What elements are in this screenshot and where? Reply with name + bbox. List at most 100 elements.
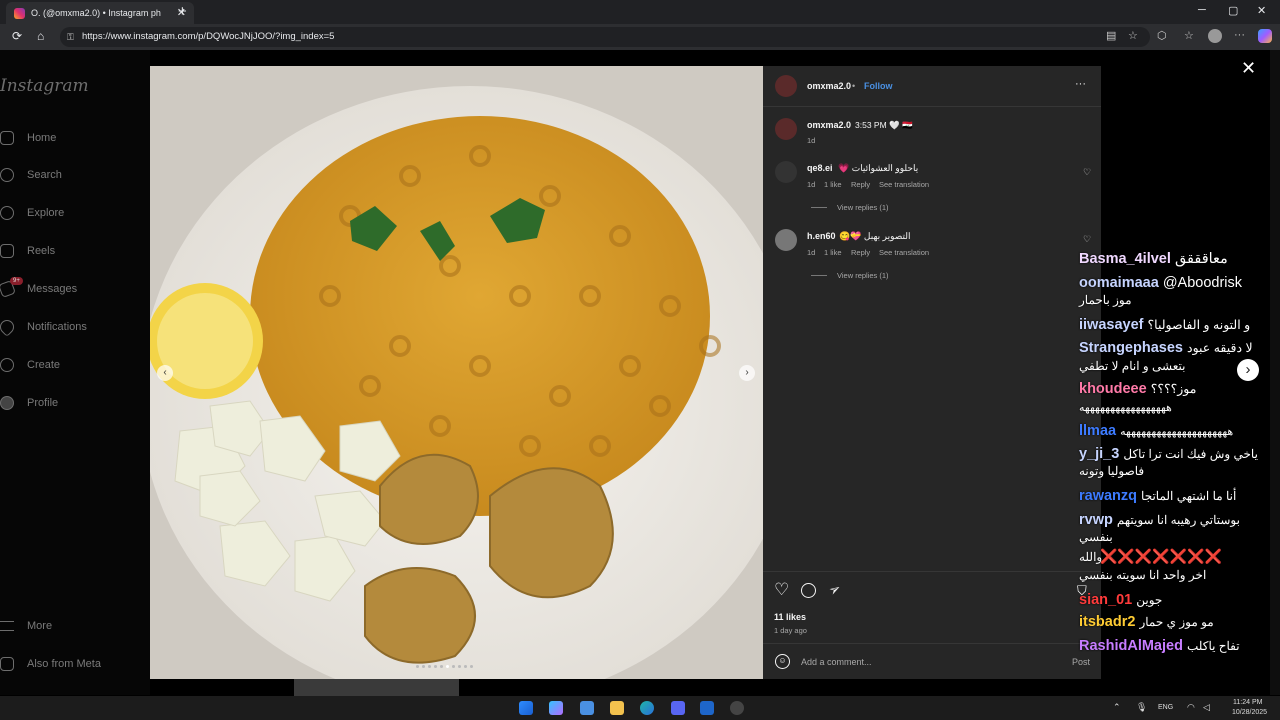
more-options-icon[interactable]: ··· (1075, 78, 1086, 90)
start-windows-icon[interactable] (519, 701, 533, 715)
reply-button[interactable]: Reply (851, 180, 870, 189)
sidebar-item-create[interactable]: Create (0, 354, 60, 376)
author-username[interactable]: omxma2.0 (807, 81, 851, 91)
post-photo[interactable] (150, 66, 763, 679)
chat-line: y_ji_3 ياخي وش فيك انت ترا تاكل (1079, 446, 1258, 462)
caption-username[interactable]: omxma2.0 (807, 120, 851, 130)
url-input[interactable]: ⚿ https://www.instagram.com/p/DQWocJNjJO… (60, 27, 1150, 47)
sidebar-item-label: Explore (27, 207, 65, 219)
home-icon[interactable]: ⌂ (37, 29, 44, 43)
maximize-button[interactable]: ▢ (1228, 4, 1238, 17)
copilot-app-icon[interactable] (549, 701, 563, 715)
add-comment-input[interactable]: Add a comment... (801, 657, 872, 667)
pasta-plate-image (150, 66, 763, 679)
volume-icon[interactable]: ◁ (1203, 702, 1210, 713)
tray-chevron-icon[interactable]: ⌃ (1113, 702, 1121, 713)
chat-line: والله (1079, 550, 1102, 564)
sidebar-item-reels[interactable]: Reels (0, 240, 55, 262)
compass-icon (0, 206, 14, 220)
view-replies-button[interactable]: View replies (1) (837, 203, 889, 212)
comment-username[interactable]: h.en60 (807, 231, 836, 241)
profile-avatar[interactable] (1208, 29, 1222, 43)
separator-dot: • (852, 81, 856, 91)
sidebar-item-label: Reels (27, 245, 56, 257)
settings-more-icon[interactable]: ··· (1234, 29, 1245, 41)
follow-button[interactable]: Follow (864, 81, 893, 91)
comment-age: 1d (807, 248, 816, 257)
reload-icon[interactable]: ⟳ (12, 29, 22, 43)
sidebar-item-search[interactable]: Search (0, 164, 62, 186)
comment-avatar[interactable] (775, 229, 797, 251)
chat-username: Strangephases (1079, 340, 1183, 356)
discord-icon[interactable] (671, 701, 685, 715)
browser-tab[interactable]: O. (@omxma2.0) • Instagram ph ✕ (6, 2, 194, 24)
reader-icon[interactable]: ▤ (1106, 29, 1116, 42)
view-replies-button[interactable]: View replies (1) (837, 271, 889, 280)
caption-avatar[interactable] (775, 118, 797, 140)
window-close-button[interactable]: ✕ (1257, 4, 1266, 17)
author-avatar[interactable] (775, 75, 797, 97)
favorites-icon[interactable]: ☆ (1184, 29, 1194, 42)
comment-icon[interactable] (801, 583, 816, 598)
see-translation-button[interactable]: See translation (879, 180, 929, 189)
chat-message: @Aboodrisk (1162, 275, 1243, 291)
chat-message: تفاح ياكلب (1186, 639, 1240, 653)
see-translation-button[interactable]: See translation (879, 248, 929, 257)
chat-line: موز باحمار (1079, 293, 1132, 307)
viewer-close-button[interactable]: ✕ (1241, 58, 1256, 79)
carousel-dot (464, 665, 467, 668)
clock-time[interactable]: 11:24 PM (1233, 699, 1262, 706)
carousel-next-button[interactable]: › (739, 365, 755, 381)
store-icon[interactable] (580, 701, 594, 715)
obs-icon[interactable] (730, 701, 744, 715)
divider (763, 106, 1101, 107)
chat-username: sian_01 (1079, 592, 1133, 608)
comment-likes[interactable]: 1 like (824, 180, 842, 189)
file-explorer-icon[interactable] (610, 701, 624, 715)
reels-icon (0, 244, 14, 258)
sidebar-item-also-from-meta[interactable]: Also from Meta (0, 653, 101, 675)
next-post-button[interactable]: › (1237, 359, 1259, 381)
share-icon[interactable]: ➢ (826, 579, 845, 600)
instagram-logo[interactable]: Instagram (0, 76, 89, 96)
comment-username[interactable]: qe8.ei (807, 163, 833, 173)
chat-line: RashidAlMajed تفاح ياكلب (1079, 638, 1240, 654)
new-tab-button[interactable]: + (178, 3, 187, 20)
sidebar-item-notifications[interactable]: Notifications (0, 316, 87, 338)
chat-message: لا دقيقه عبود (1187, 341, 1253, 355)
page-scrollbar[interactable] (1270, 50, 1280, 695)
sidebar-item-explore[interactable]: Explore (0, 202, 64, 224)
caption-text: 3:53 PM 🤍 🇮🇶 (855, 120, 913, 130)
minimize-button[interactable]: ─ (1198, 4, 1206, 16)
like-heart-icon[interactable]: ♡ (774, 580, 789, 600)
post-button[interactable]: Post (1072, 657, 1090, 667)
sidebar-item-more[interactable]: More (0, 615, 52, 637)
comment-like-heart-icon[interactable]: ♡ (1083, 234, 1091, 245)
extensions-icon[interactable]: ⬡ (1157, 29, 1167, 42)
app-icon[interactable] (700, 701, 714, 715)
favorite-star-icon[interactable]: ☆ (1128, 29, 1138, 42)
language-indicator[interactable]: ENG (1158, 704, 1173, 711)
likes-count[interactable]: 11 likes (774, 612, 806, 622)
chat-line: oomaimaaa @Aboodrisk (1079, 275, 1242, 291)
chat-line: khoudeee موز؟؟؟؟ (1079, 381, 1196, 397)
carousel-dot (458, 665, 461, 668)
sidebar-item-profile[interactable]: Profile (0, 392, 58, 414)
edge-browser-icon[interactable] (640, 701, 654, 715)
emoji-icon[interactable]: ☺ (775, 654, 790, 669)
clock-date[interactable]: 10/28/2025 (1232, 709, 1267, 716)
comment-avatar[interactable] (775, 161, 797, 183)
reply-button[interactable]: Reply (851, 248, 870, 257)
chat-username: RashidAlMajed (1079, 638, 1183, 654)
comment-like-heart-icon[interactable]: ♡ (1083, 167, 1091, 178)
wifi-icon[interactable]: ◠ (1187, 702, 1195, 713)
carousel-dot (440, 665, 443, 668)
microphone-icon[interactable]: 🎙 (1136, 702, 1147, 713)
carousel-prev-button[interactable]: ‹ (157, 365, 173, 381)
comment-likes[interactable]: 1 like (824, 248, 842, 257)
sidebar-item-home[interactable]: Home (0, 127, 56, 149)
copilot-icon[interactable] (1258, 29, 1272, 43)
carousel-indicators (416, 665, 473, 668)
grid-icon (0, 657, 14, 671)
site-info-icon[interactable]: ⚿ (67, 27, 74, 47)
